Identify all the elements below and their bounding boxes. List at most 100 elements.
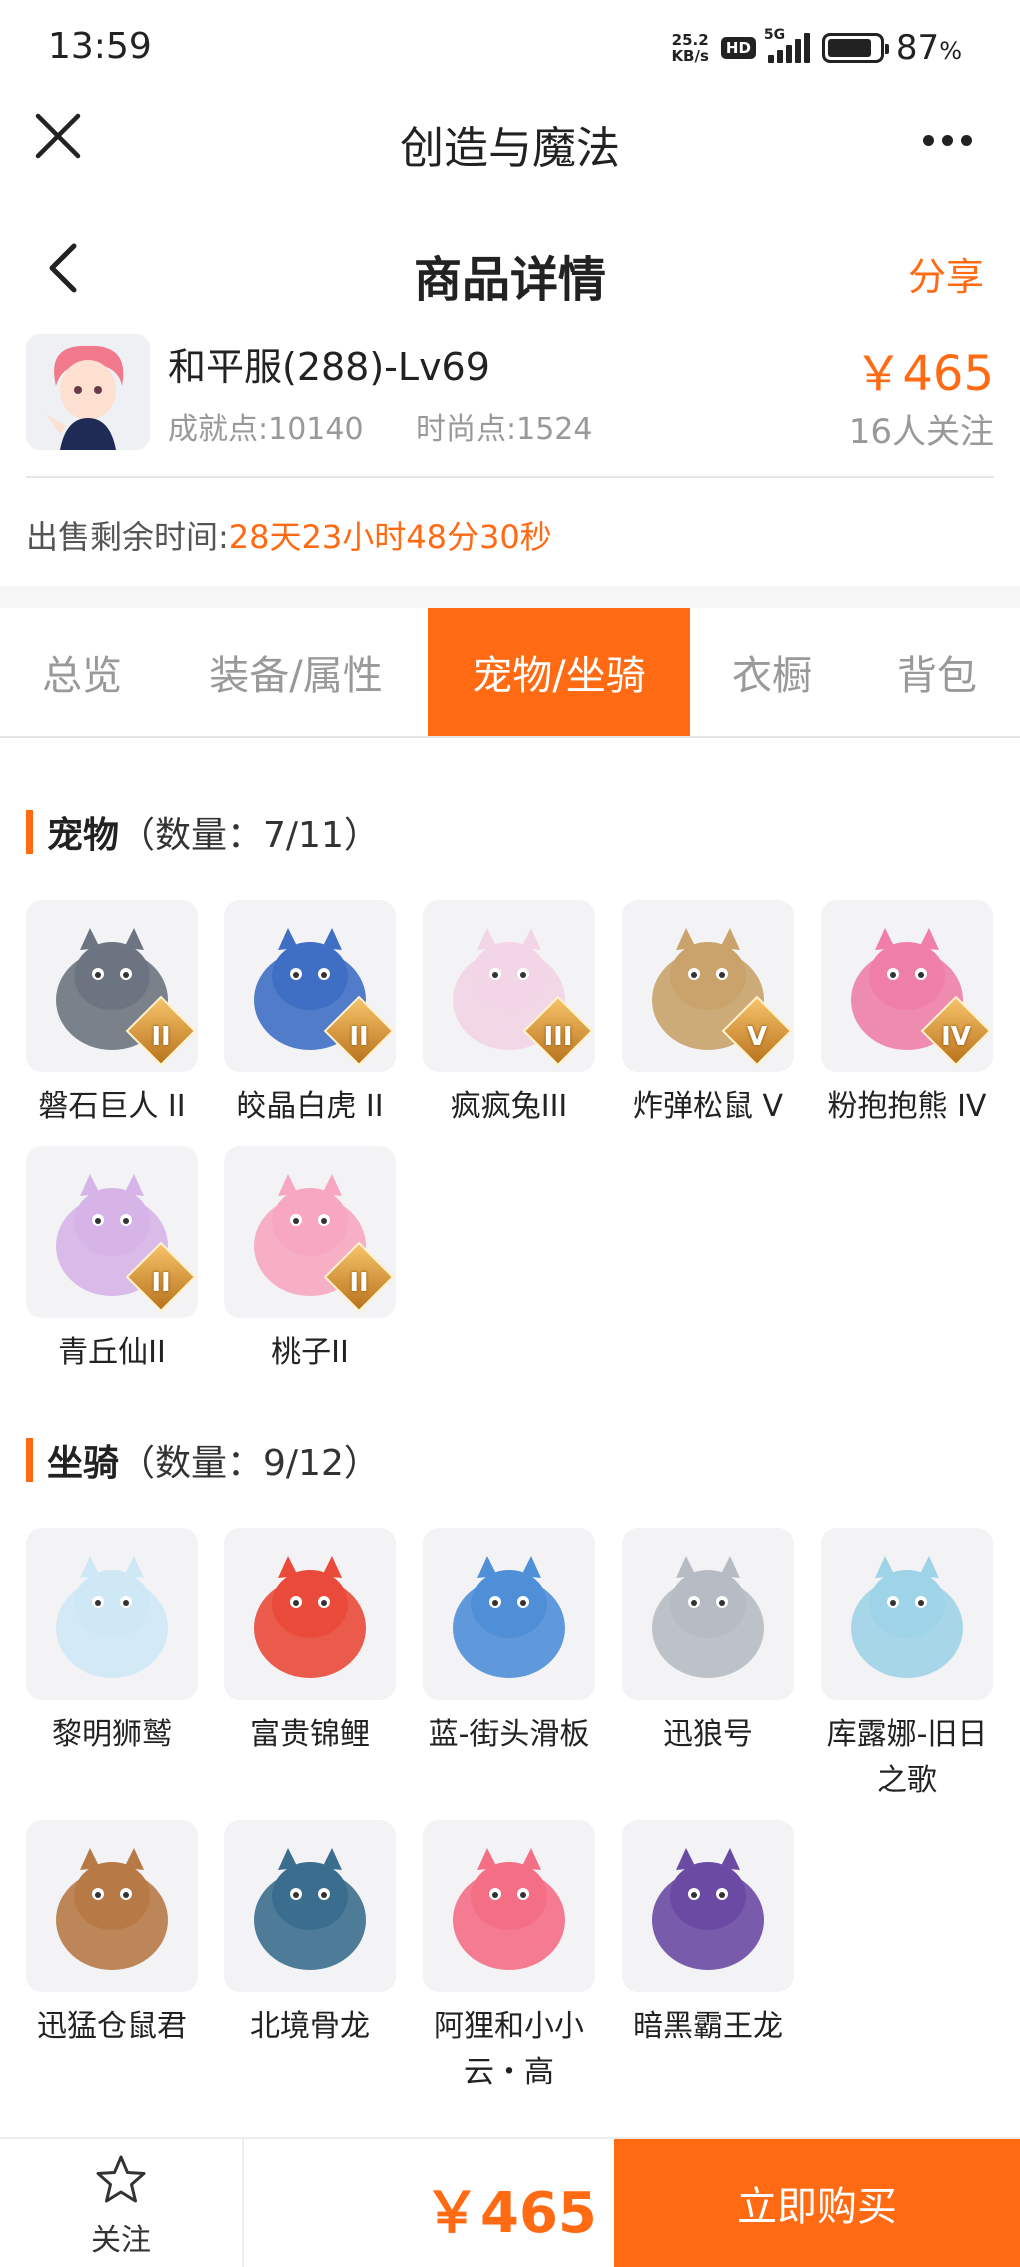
mounts-thumbnail: [224, 1528, 396, 1700]
star-icon: [96, 2155, 146, 2203]
mounts-creature-icon: [652, 1556, 764, 1678]
mounts-thumbnail: [26, 1820, 198, 1992]
rank-label: II: [349, 1268, 369, 1298]
mounts-thumbnail: [423, 1820, 595, 1992]
bottom-price: ￥465: [424, 2181, 597, 2246]
tab-pets-mounts[interactable]: 宠物/坐骑: [428, 608, 690, 736]
pets-section-header: 宠物 （数量：7/11）: [26, 806, 380, 858]
pets-item-name: 粉抱抱熊 IV: [827, 1089, 987, 1124]
mounts-thumbnail: [423, 1528, 595, 1700]
follower-count: 16人关注: [848, 412, 994, 452]
rank-label: III: [543, 1022, 573, 1052]
mounts-creature-icon: [453, 1848, 565, 1970]
pets-thumbnail: V: [622, 900, 794, 1072]
mounts-thumbnail: [26, 1528, 198, 1700]
sale-time-value: 28天23小时48分30秒: [228, 518, 552, 556]
pets-title: 宠物: [47, 815, 120, 856]
mounts-item-name: 阿狸和小小云・高: [434, 2009, 584, 2090]
mounts-item[interactable]: 蓝-街头滑板: [423, 1528, 595, 1758]
section-marker: [26, 1438, 33, 1482]
rank-label: IV: [941, 1022, 971, 1052]
mounts-item-name: 北境骨龙: [250, 2009, 370, 2044]
mounts-thumbnail: [622, 1528, 794, 1700]
tab-overview[interactable]: 总览: [0, 608, 164, 736]
mounts-item[interactable]: 黎明狮鹫: [26, 1528, 198, 1758]
sale-time-label: 出售剩余时间:: [26, 518, 229, 556]
mounts-creature-icon: [56, 1848, 168, 1970]
mounts-item-name: 迅猛仓鼠君: [37, 2009, 187, 2044]
pets-thumbnail: III: [423, 900, 595, 1072]
section-separator: [0, 586, 1020, 608]
mounts-item-name: 库露娜-旧日之歌: [826, 1717, 988, 1798]
pets-thumbnail: II: [26, 1146, 198, 1318]
mounts-item[interactable]: 库露娜-旧日之歌: [821, 1528, 993, 1804]
rank-label: II: [349, 1022, 369, 1052]
fashion-points: 时尚点:1524: [416, 412, 593, 447]
pets-item[interactable]: II 青丘仙II: [26, 1146, 198, 1376]
mounts-title: 坐骑: [47, 1443, 120, 1484]
mounts-item[interactable]: 迅猛仓鼠君: [26, 1820, 198, 2050]
mounts-item[interactable]: 阿狸和小小云・高: [423, 1820, 595, 2096]
close-button[interactable]: [30, 108, 86, 164]
mounts-thumbnail: [821, 1528, 993, 1700]
pets-item-name: 青丘仙II: [58, 1335, 166, 1370]
tab-equipment[interactable]: 装备/属性: [164, 608, 428, 736]
divider: [26, 476, 994, 478]
page-title: 商品详情: [413, 252, 606, 308]
mounts-section-header: 坐骑 （数量：9/12）: [26, 1434, 380, 1486]
mounts-thumbnail: [622, 1820, 794, 1992]
follow-button[interactable]: 关注: [0, 2139, 244, 2267]
pets-item[interactable]: III 疯疯兔III: [423, 900, 595, 1130]
net-speed-unit: KB/s: [671, 47, 709, 65]
follow-label: 关注: [91, 2223, 151, 2258]
mounts-creature-icon: [851, 1556, 963, 1678]
sale-remaining-time: 出售剩余时间:28天23小时48分30秒: [26, 512, 552, 558]
pets-item[interactable]: V 炸弹松鼠 V: [622, 900, 794, 1130]
battery-icon: [821, 33, 889, 63]
mounts-creature-icon: [652, 1848, 764, 1970]
status-time: 13:59: [48, 26, 152, 67]
mounts-item-name: 暗黑霸王龙: [633, 2009, 783, 2044]
mounts-item-name: 富贵锦鲤: [250, 1717, 370, 1752]
more-dot-icon: [960, 134, 972, 146]
pets-item[interactable]: IV 粉抱抱熊 IV: [821, 900, 993, 1130]
mounts-creature-icon: [56, 1556, 168, 1678]
net-speed: 25.2 KB/s: [671, 32, 708, 64]
pets-item[interactable]: II 磐石巨人 II: [26, 900, 198, 1130]
tab-wardrobe[interactable]: 衣橱: [690, 608, 854, 736]
pets-count: （数量：7/11）: [119, 815, 380, 856]
pets-item-name: 疯疯兔III: [450, 1089, 568, 1124]
more-button[interactable]: [912, 120, 982, 160]
pets-item-name: 皎晶白虎 II: [236, 1089, 384, 1124]
mounts-creature-icon: [254, 1848, 366, 1970]
tab-backpack[interactable]: 背包: [854, 608, 1020, 736]
mounts-item[interactable]: 迅狼号: [622, 1528, 794, 1758]
tab-bar: 总览 装备/属性 宠物/坐骑 衣橱 背包: [0, 608, 1020, 738]
pets-thumbnail: II: [224, 900, 396, 1072]
mounts-item[interactable]: 北境骨龙: [224, 1820, 396, 2050]
pets-item[interactable]: II 桃子II: [224, 1146, 396, 1376]
battery-percent: 87%: [895, 28, 962, 68]
character-avatar: [26, 334, 150, 450]
character-portrait-icon: [26, 334, 150, 450]
mounts-item[interactable]: 富贵锦鲤: [224, 1528, 396, 1758]
share-button[interactable]: 分享: [908, 246, 984, 301]
pets-thumbnail: II: [224, 1146, 396, 1318]
mounts-creature-icon: [453, 1556, 565, 1678]
more-dot-icon: [941, 134, 953, 146]
net-speed-value: 25.2: [671, 31, 709, 49]
pets-item-name: 桃子II: [271, 1335, 349, 1370]
rank-label: V: [746, 1022, 768, 1052]
buy-now-button[interactable]: 立即购买: [614, 2139, 1020, 2267]
network-type: 5G: [763, 27, 786, 43]
hd-badge: HD: [720, 37, 756, 59]
product-price: ￥465: [854, 346, 994, 402]
mounts-thumbnail: [224, 1820, 396, 1992]
pets-item[interactable]: II 皎晶白虎 II: [224, 900, 396, 1130]
pets-thumbnail: IV: [821, 900, 993, 1072]
section-marker: [26, 810, 33, 854]
achievement-points: 成就点:10140: [168, 412, 364, 447]
mounts-item[interactable]: 暗黑霸王龙: [622, 1820, 794, 2050]
pets-item-name: 炸弹松鼠 V: [632, 1089, 784, 1124]
status-icons: 25.2 KB/s HD 5G 87%: [671, 27, 962, 68]
